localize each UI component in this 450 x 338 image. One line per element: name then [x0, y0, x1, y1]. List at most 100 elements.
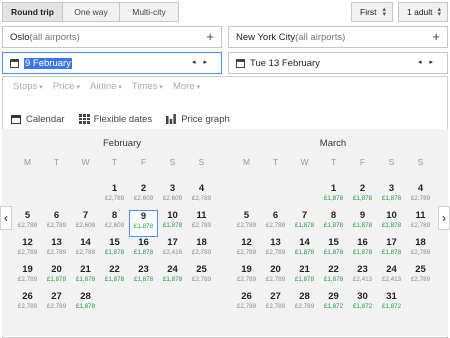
depart-date-input[interactable]: 9 February ◂▸ [2, 52, 222, 74]
add-origin-icon[interactable]: + [206, 29, 214, 44]
calendar-day[interactable]: 28 £2,789 [290, 291, 319, 318]
calendar-day[interactable]: 5 £2,789 [232, 210, 261, 237]
day-price: £2,609 [133, 195, 154, 202]
origin-input[interactable]: Oslo (all airports) + [2, 26, 222, 48]
filter-stops[interactable]: Stops ▾ [13, 81, 43, 92]
calendar-day[interactable]: 3 £1,878 [377, 183, 406, 210]
calendar-day[interactable]: 2 £1,878 [348, 183, 377, 210]
calendar-day[interactable]: 21 £1,878 [290, 264, 319, 291]
calendar-day[interactable]: 2 £2,609 [129, 183, 158, 210]
calendar-icon [236, 58, 245, 68]
calendar-day[interactable]: 15 £1,878 [319, 237, 348, 264]
calendar-day[interactable]: 6 £2,789 [42, 210, 71, 237]
calendar-day-selected[interactable]: 9 £1,878 [129, 210, 158, 237]
calendar-day[interactable]: 18 £2,789 [187, 237, 216, 264]
calendar-day[interactable]: 31 £1,872 [377, 291, 406, 318]
calendar-day[interactable]: 11 £2,789 [187, 210, 216, 237]
calendar-day[interactable]: 10 £1,878 [377, 210, 406, 237]
calendar-day[interactable]: 26 £2,789 [13, 291, 42, 318]
multi-city-button[interactable]: Multi-city [120, 2, 179, 22]
passengers-select[interactable]: 1 adult ▴ ▾ [398, 2, 448, 22]
calendar-day[interactable]: 18 £2,789 [406, 237, 435, 264]
calendar-day[interactable]: 27 £2,789 [261, 291, 290, 318]
day-price: £2,789 [191, 249, 212, 256]
calendar-day[interactable]: 22 £1,878 [100, 264, 129, 291]
tab-flexible-dates[interactable]: Flexible dates [78, 110, 152, 128]
calendar-day[interactable]: 28 £1,878 [71, 291, 100, 318]
calendar-day[interactable]: 12 £2,789 [13, 237, 42, 264]
cabin-select[interactable]: First ▴ ▾ [351, 2, 393, 22]
date-stepper-arrows[interactable]: ◂▸ [192, 58, 215, 66]
filter-times[interactable]: Times ▾ [132, 81, 163, 92]
calendar-day[interactable]: 4 £2,789 [187, 183, 216, 210]
one-way-button[interactable]: One way [63, 2, 120, 22]
destination-input[interactable]: New York City (all airports) + [228, 26, 448, 48]
calendar-day[interactable]: 3 £2,609 [158, 183, 187, 210]
day-price: £1,878 [323, 249, 344, 256]
calendar-day[interactable]: 16 £1,878 [129, 237, 158, 264]
calendar-day[interactable]: 22 £1,878 [319, 264, 348, 291]
calendar-day[interactable]: 23 £2,413 [348, 264, 377, 291]
day-number: 23 [357, 264, 368, 275]
calendar-day[interactable]: 5 £2,789 [13, 210, 42, 237]
round-trip-button[interactable]: Round trip [2, 2, 63, 22]
filter-label: Times [131, 81, 158, 92]
calendar-day[interactable]: 8 £1,878 [319, 210, 348, 237]
calendar-day[interactable]: 1 £1,878 [319, 183, 348, 210]
calendar-day[interactable]: 20 £2,789 [261, 264, 290, 291]
calendar-day[interactable]: 23 £1,878 [129, 264, 158, 291]
calendar-day[interactable]: 14 £2,789 [71, 237, 100, 264]
day-number: 11 [415, 210, 426, 221]
filter-airline[interactable]: Airline ▾ [90, 81, 122, 92]
calendar-day[interactable]: 27 £2,789 [42, 291, 71, 318]
calendar-day[interactable]: 12 £2,789 [232, 237, 261, 264]
calendar-day[interactable]: 25 £2,789 [406, 264, 435, 291]
calendar-day[interactable]: 4 £2,789 [406, 183, 435, 210]
calendar-day[interactable]: 11 £2,789 [406, 210, 435, 237]
filter-more[interactable]: More ▾ [173, 81, 200, 92]
calendar-day[interactable]: 17 £2,416 [158, 237, 187, 264]
day-number: 12 [241, 237, 252, 248]
calendar-day[interactable]: 8 £2,609 [100, 210, 129, 237]
calendar-day[interactable]: 29 £1,872 [319, 291, 348, 318]
calendar-day[interactable]: 19 £2,789 [232, 264, 261, 291]
calendar-day[interactable]: 19 £2,789 [13, 264, 42, 291]
day-number: 8 [111, 210, 118, 221]
calendar-day[interactable]: 9 £1,878 [348, 210, 377, 237]
return-date-input[interactable]: Tue 13 February ◂▸ [228, 52, 448, 74]
calendar-day[interactable]: 10 £1,878 [158, 210, 187, 237]
calendar-day[interactable]: 25 £2,789 [187, 264, 216, 291]
tab-calendar[interactable]: Calendar [11, 110, 65, 133]
next-month-button[interactable]: › [438, 206, 450, 230]
calendar-day[interactable]: 7 £1,878 [290, 210, 319, 237]
calendar-day[interactable]: 13 £2,789 [42, 237, 71, 264]
calendar-day[interactable]: 17 £1,878 [377, 237, 406, 264]
calendar-day[interactable]: 24 £1,878 [158, 264, 187, 291]
weekday-label: W [81, 157, 90, 167]
day-price: £1,878 [294, 222, 315, 229]
day-number: 20 [51, 264, 62, 275]
tab-price-graph[interactable]: Price graph [166, 110, 230, 128]
calendar-day[interactable]: 13 £2,789 [261, 237, 290, 264]
calendar-day[interactable]: 21 £1,878 [71, 264, 100, 291]
calendar-day[interactable]: 14 £1,878 [290, 237, 319, 264]
day-price: £2,789 [17, 222, 38, 229]
calendar-day[interactable]: 26 £2,789 [232, 291, 261, 318]
day-number: 23 [138, 264, 149, 275]
day-price: £2,789 [410, 222, 431, 229]
filter-price[interactable]: Price ▾ [53, 81, 80, 92]
day-number: 9 [140, 211, 147, 222]
add-destination-icon[interactable]: + [432, 29, 440, 44]
origin-value: Oslo [10, 31, 30, 43]
calendar-day[interactable]: 24 £2,413 [377, 264, 406, 291]
calendar-day[interactable]: 20 £1,878 [42, 264, 71, 291]
calendar-day[interactable]: 15 £1,878 [100, 237, 129, 264]
calendar-day[interactable]: 6 £2,789 [261, 210, 290, 237]
prev-month-button[interactable]: ‹ [0, 206, 12, 230]
date-stepper-arrows[interactable]: ◂▸ [418, 58, 441, 66]
calendar-day[interactable]: 16 £1,878 [348, 237, 377, 264]
filter-label: Airline [89, 81, 117, 92]
calendar-day[interactable]: 7 £2,609 [71, 210, 100, 237]
calendar-day[interactable]: 1 £2,789 [100, 183, 129, 210]
calendar-day[interactable]: 30 £1,872 [348, 291, 377, 318]
